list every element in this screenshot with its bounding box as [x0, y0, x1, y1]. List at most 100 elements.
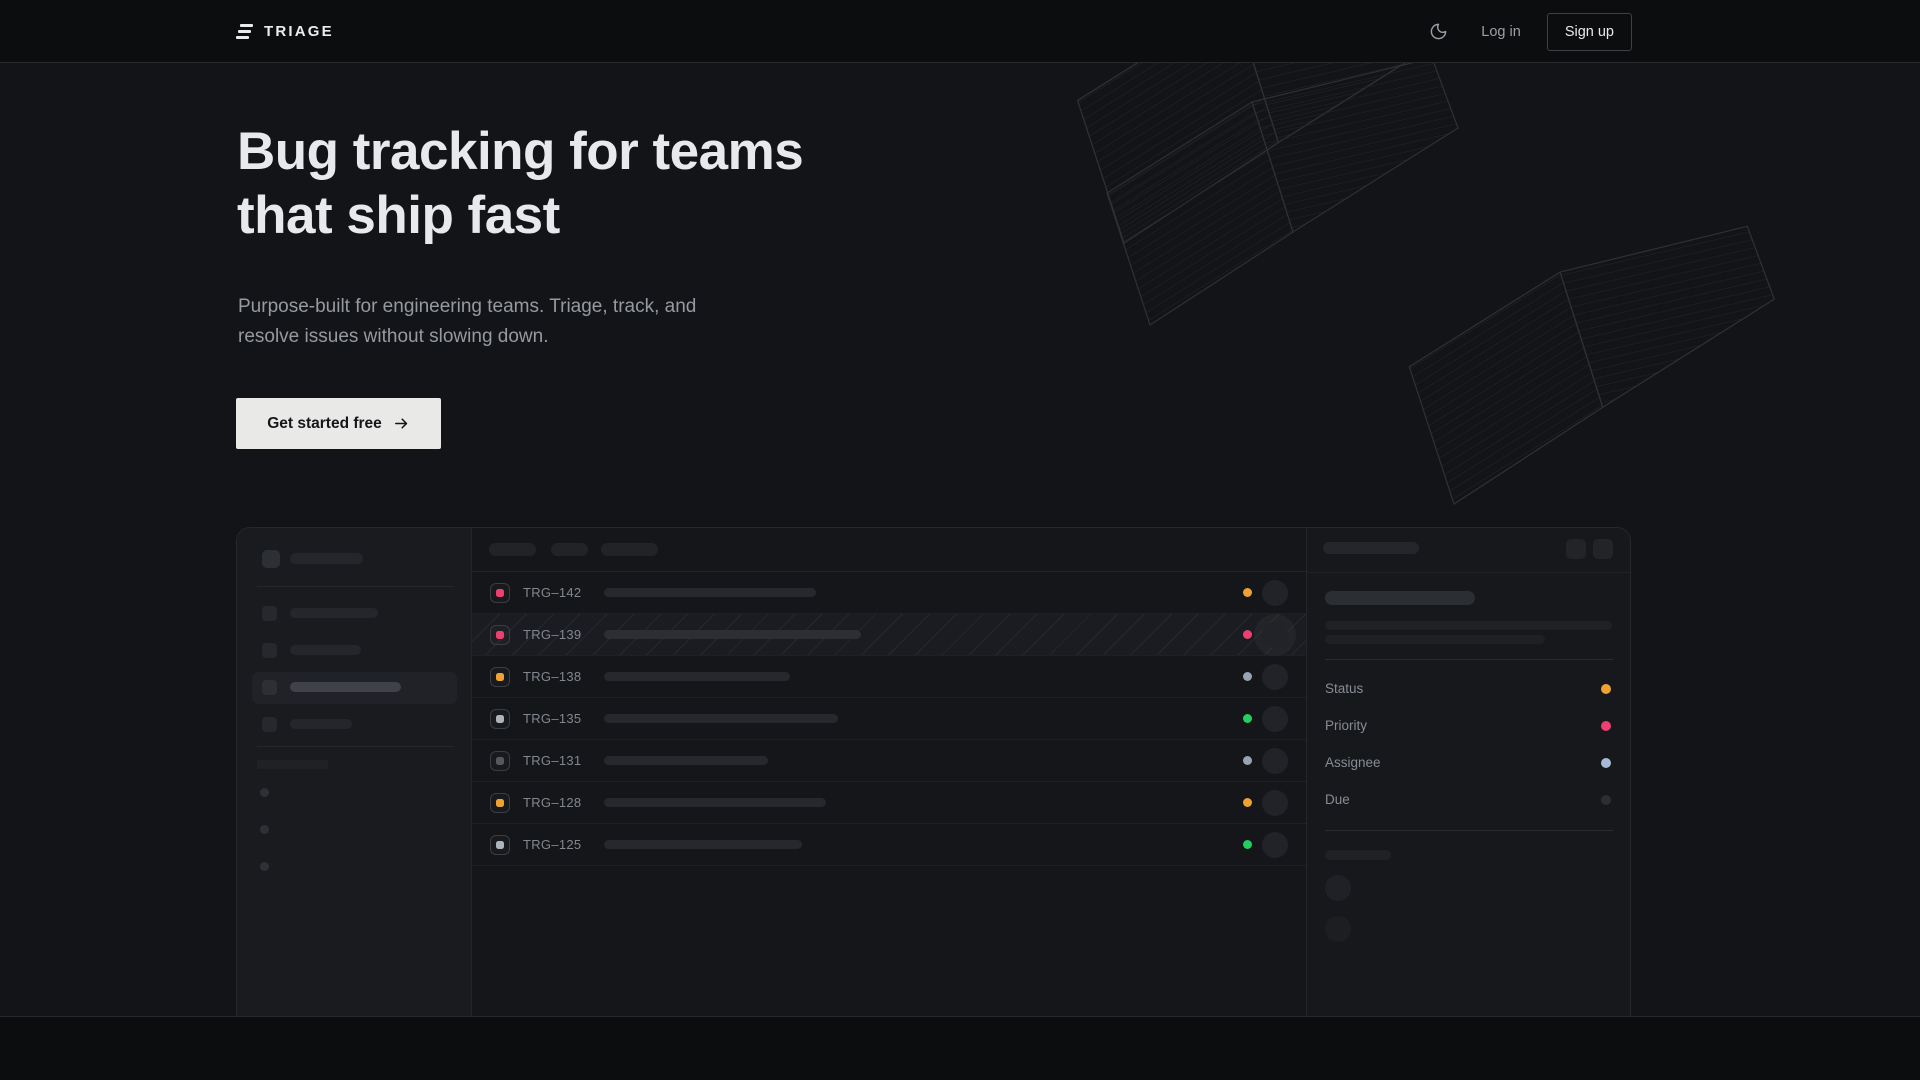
- issue-row[interactable]: TRG–138: [472, 656, 1306, 698]
- get-started-label: Get started free: [267, 415, 382, 433]
- priority-icon: [490, 583, 510, 603]
- sidebar-bullet: [260, 825, 269, 834]
- assignee-avatar: [1262, 622, 1288, 648]
- sidebar-item-placeholder[interactable]: [290, 719, 352, 729]
- detail-action-button[interactable]: [1566, 539, 1586, 559]
- issue-title-placeholder: [604, 798, 826, 807]
- status-dot: [1243, 588, 1252, 597]
- status-dot: [1243, 672, 1252, 681]
- sidebar-item-placeholder[interactable]: [290, 608, 378, 618]
- field-label: Priority: [1325, 718, 1367, 733]
- sidebar-item-icon: [262, 680, 277, 695]
- assignee-avatar: [1262, 664, 1288, 690]
- issue-title-placeholder: [604, 840, 802, 849]
- login-link[interactable]: Log in: [1481, 24, 1521, 40]
- issue-id: TRG–139: [523, 627, 590, 642]
- issue-row[interactable]: TRG–131: [472, 740, 1306, 782]
- issue-id: TRG–128: [523, 795, 590, 810]
- sidebar-bullet: [260, 862, 269, 871]
- brand-logo[interactable]: TRIAGE: [236, 0, 334, 63]
- issue-title-placeholder: [604, 672, 790, 681]
- filter-pill[interactable]: [601, 543, 658, 556]
- landing-page: TRIAGE Log in Sign up Bug tracking for t…: [0, 0, 1920, 1080]
- sidebar-item-icon: [262, 717, 277, 732]
- detail-field-priority[interactable]: Priority: [1307, 707, 1630, 744]
- filter-pill[interactable]: [551, 543, 588, 556]
- field-label: Due: [1325, 792, 1350, 807]
- brand-name: TRIAGE: [264, 23, 334, 40]
- assignee-avatar: [1262, 832, 1288, 858]
- triage-logo-icon: [236, 24, 253, 39]
- priority-value-dot: [1601, 721, 1611, 731]
- sidebar-divider: [257, 586, 454, 587]
- status-dot: [1243, 756, 1252, 765]
- issue-row-selected[interactable]: TRG–139: [472, 614, 1306, 656]
- arrow-right-icon: [393, 415, 410, 432]
- detail-description-placeholder: [1325, 621, 1612, 630]
- moon-icon: [1429, 22, 1448, 41]
- assignee-value-dot: [1601, 758, 1611, 768]
- detail-divider: [1307, 572, 1630, 573]
- top-navigation: TRIAGE Log in Sign up: [0, 0, 1920, 63]
- mockup-sidebar: [237, 528, 472, 1016]
- comment-avatar: [1325, 875, 1351, 901]
- page-title: Bug tracking for teams that ship fast: [237, 120, 803, 248]
- issue-row[interactable]: TRG–128: [472, 782, 1306, 824]
- assignee-avatar: [1262, 706, 1288, 732]
- priority-icon: [490, 667, 510, 687]
- comments-label-placeholder: [1325, 850, 1391, 860]
- issue-list-toolbar: [472, 528, 1306, 572]
- issue-title-placeholder: [604, 630, 861, 639]
- priority-icon: [490, 709, 510, 729]
- issue-row[interactable]: TRG–142: [472, 572, 1306, 614]
- priority-icon: [490, 625, 510, 645]
- detail-actions: [1566, 539, 1613, 559]
- issue-title-placeholder: [604, 588, 816, 597]
- issue-id: TRG–142: [523, 585, 590, 600]
- priority-icon: [490, 751, 510, 771]
- assignee-avatar: [1262, 580, 1288, 606]
- detail-action-button[interactable]: [1593, 539, 1613, 559]
- comment-avatar: [1325, 916, 1351, 942]
- priority-icon: [490, 835, 510, 855]
- detail-title-placeholder: [1325, 591, 1475, 605]
- theme-toggle-button[interactable]: [1421, 15, 1455, 49]
- signup-button[interactable]: Sign up: [1547, 13, 1632, 51]
- issue-title-placeholder: [604, 756, 768, 765]
- detail-divider: [1325, 659, 1613, 660]
- status-value-dot: [1601, 684, 1611, 694]
- sidebar-item-placeholder[interactable]: [290, 645, 361, 655]
- detail-field-status[interactable]: Status: [1307, 670, 1630, 707]
- priority-icon: [490, 793, 510, 813]
- issue-id: TRG–125: [523, 837, 590, 852]
- page-title-line1: Bug tracking for teams: [237, 120, 803, 184]
- due-value-dot: [1601, 795, 1611, 805]
- sidebar-item-icon: [262, 643, 277, 658]
- filter-pill[interactable]: [489, 543, 536, 556]
- sidebar-section-label-placeholder: [257, 760, 328, 769]
- detail-field-due[interactable]: Due: [1307, 781, 1630, 818]
- status-dot: [1243, 630, 1252, 639]
- issue-id: TRG–135: [523, 711, 590, 726]
- issue-title-placeholder: [604, 714, 838, 723]
- issue-id: TRG–131: [523, 753, 590, 768]
- get-started-button[interactable]: Get started free: [236, 398, 441, 449]
- assignee-avatar: [1262, 748, 1288, 774]
- issue-row[interactable]: TRG–135: [472, 698, 1306, 740]
- issue-detail-panel: Status Priority Assignee Due: [1307, 528, 1630, 1016]
- sidebar-bullet: [260, 788, 269, 797]
- assignee-avatar: [1262, 790, 1288, 816]
- status-dot: [1243, 714, 1252, 723]
- detail-field-assignee[interactable]: Assignee: [1307, 744, 1630, 781]
- issue-id: TRG–138: [523, 669, 590, 684]
- workspace-name-placeholder: [290, 553, 363, 564]
- status-dot: [1243, 840, 1252, 849]
- sidebar-item-icon: [262, 606, 277, 621]
- product-mockup: TRG–142 TRG–139 TRG–138 TRG–135: [236, 527, 1631, 1017]
- status-dot: [1243, 798, 1252, 807]
- page-title-line2: that ship fast: [237, 184, 803, 248]
- issue-list: TRG–142 TRG–139 TRG–138 TRG–135: [472, 528, 1307, 1016]
- issue-row[interactable]: TRG–125: [472, 824, 1306, 866]
- sidebar-active-item-placeholder[interactable]: [290, 682, 401, 692]
- hero-subtitle: Purpose-built for engineering teams. Tri…: [238, 292, 718, 352]
